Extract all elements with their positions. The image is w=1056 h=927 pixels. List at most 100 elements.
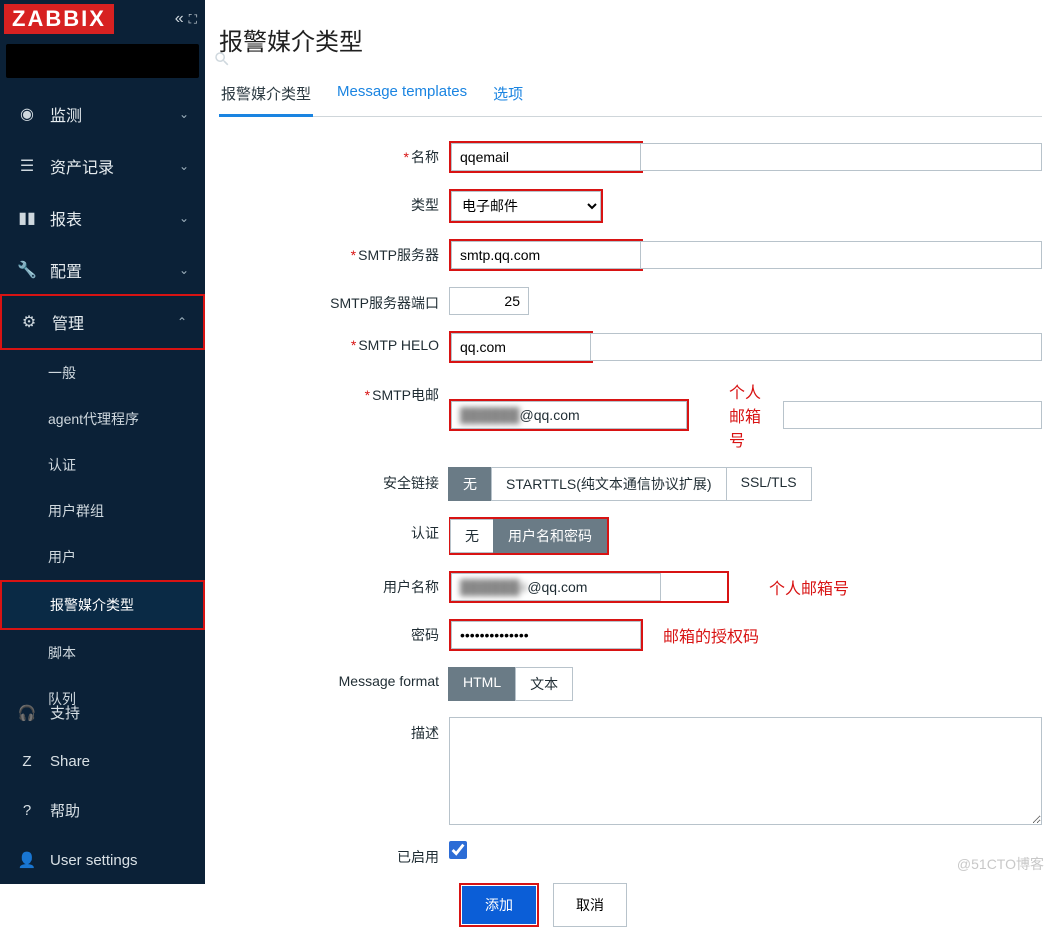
label-security: 安全链接: [219, 467, 449, 493]
nav-support-label: 支持: [50, 702, 80, 723]
subnav-mediatypes[interactable]: 报警媒介类型: [0, 580, 205, 630]
subnav-agent[interactable]: agent代理程序: [0, 396, 205, 442]
nav-reports-label: 报表: [50, 206, 82, 230]
security-none[interactable]: 无: [448, 467, 492, 501]
label-password: 密码: [219, 619, 449, 645]
msgformat-text[interactable]: 文本: [515, 667, 573, 701]
row-desc: 描述: [219, 717, 1042, 825]
label-name-text: 名称: [411, 149, 439, 165]
input-password[interactable]: [451, 621, 641, 649]
label-msgformat: Message format: [219, 667, 449, 689]
row-smtp-helo: *SMTP HELO: [219, 331, 1042, 363]
main-nav: ◉监测⌄ ☰资产记录⌄ ▮▮报表⌄ 🔧配置⌄ ⚙管理⌃: [0, 88, 205, 350]
fullscreen-icon[interactable]: ⛶: [189, 12, 197, 27]
nav-inventory[interactable]: ☰资产记录⌄: [0, 140, 205, 192]
collapse-icon[interactable]: «: [175, 10, 179, 28]
username-mask: ██████4: [460, 579, 527, 595]
row-security: 安全链接 无 STARTTLS(纯文本通信协议扩展) SSL/TLS: [219, 467, 1042, 501]
eye-icon: ◉: [16, 104, 38, 124]
security-starttls[interactable]: STARTTLS(纯文本通信协议扩展): [491, 467, 727, 501]
label-auth: 认证: [219, 517, 449, 543]
highlight-password: [449, 619, 643, 651]
annot-personal-email-1: 个人邮箱号: [729, 379, 763, 451]
user-icon: 👤: [16, 851, 38, 869]
select-type[interactable]: 电子邮件: [451, 191, 601, 221]
subnav-scripts[interactable]: 脚本: [0, 630, 205, 676]
search-box[interactable]: [6, 44, 199, 78]
highlight-smtp-email: ██████ @qq.com: [449, 399, 689, 431]
chevron-down-icon: ⌄: [179, 159, 189, 173]
tab-options[interactable]: 选项: [491, 75, 525, 116]
input-smtp-helo-ext[interactable]: [591, 333, 1042, 361]
textarea-desc[interactable]: [449, 717, 1042, 825]
nav-support[interactable]: 🎧 支持: [0, 687, 205, 738]
input-smtp-helo[interactable]: [451, 333, 591, 361]
tab-msg-templates[interactable]: Message templates: [335, 75, 469, 116]
nav-usersettings-label: User settings: [50, 852, 138, 869]
input-smtp-server[interactable]: [451, 241, 641, 269]
checkbox-enabled[interactable]: [449, 841, 467, 859]
highlight-add: 添加: [459, 883, 539, 927]
main-content: 报警媒介类型 报警媒介类型 Message templates 选项 *名称 类…: [205, 0, 1056, 884]
chevron-down-icon: ⌄: [179, 263, 189, 277]
label-username: 用户名称: [219, 571, 449, 597]
highlight-username: ██████4 @qq.com: [449, 571, 729, 603]
input-smtp-port[interactable]: [449, 287, 529, 315]
nav-help-label: 帮助: [50, 800, 80, 821]
label-smtp-server-text: SMTP服务器: [358, 247, 439, 263]
add-button[interactable]: 添加: [462, 886, 536, 924]
gear-icon: ⚙: [18, 312, 40, 332]
nav-reports[interactable]: ▮▮报表⌄: [0, 192, 205, 244]
nav-admin[interactable]: ⚙管理⌃: [0, 294, 205, 350]
nav-help[interactable]: ?帮助: [0, 785, 205, 836]
label-smtp-server: *SMTP服务器: [219, 239, 449, 265]
label-enabled: 已启用: [219, 841, 449, 867]
nav-admin-label: 管理: [52, 310, 84, 334]
share-icon: Z: [16, 753, 38, 770]
nav-usersettings[interactable]: 👤 User settings: [0, 836, 205, 884]
msgformat-html[interactable]: HTML: [448, 667, 516, 701]
headset-icon: 🎧: [16, 704, 38, 722]
auth-userpass[interactable]: 用户名和密码: [493, 519, 607, 553]
annot-authcode: 邮箱的授权码: [663, 623, 759, 647]
watermark: @51CTO博客: [957, 854, 1044, 874]
nav-config[interactable]: 🔧配置⌄: [0, 244, 205, 296]
chevron-down-icon: ⌄: [179, 107, 189, 121]
list-icon: ☰: [16, 156, 38, 176]
msgformat-group: HTML 文本: [449, 667, 573, 701]
subnav-users[interactable]: 用户: [0, 534, 205, 580]
highlight-smtp-helo: [449, 331, 593, 363]
row-smtp-server: *SMTP服务器: [219, 239, 1042, 271]
security-group: 无 STARTTLS(纯文本通信协议扩展) SSL/TLS: [449, 467, 812, 501]
zabbix-logo[interactable]: ZABBIX: [4, 4, 114, 34]
nav-config-label: 配置: [50, 258, 82, 282]
input-name-ext[interactable]: [641, 143, 1042, 171]
nav-monitor[interactable]: ◉监测⌄: [0, 88, 205, 140]
page-title: 报警媒介类型: [219, 22, 1042, 57]
sidebar: ZABBIX « ⛶ ◉监测⌄ ☰资产记录⌄ ▮▮报表⌄ 🔧配置⌄ ⚙管理⌃ 一…: [0, 0, 205, 884]
label-name: *名称: [219, 141, 449, 167]
label-smtp-email: *SMTP电邮: [219, 379, 449, 405]
subnav-general[interactable]: 一般: [0, 350, 205, 396]
highlight-smtp-server: [449, 239, 643, 271]
row-auth: 认证 无 用户名和密码: [219, 517, 1042, 555]
auth-none[interactable]: 无: [450, 519, 494, 553]
search-input[interactable]: [16, 48, 213, 74]
row-smtp-port: SMTP服务器端口: [219, 287, 1042, 315]
row-smtp-email: *SMTP电邮 ██████ @qq.com 个人邮箱号: [219, 379, 1042, 451]
barchart-icon: ▮▮: [16, 208, 38, 228]
security-ssl[interactable]: SSL/TLS: [726, 467, 812, 501]
row-msgformat: Message format HTML 文本: [219, 667, 1042, 701]
nav-share[interactable]: ZShare: [0, 738, 205, 785]
input-smtp-server-ext[interactable]: [641, 241, 1042, 269]
input-smtp-email-ext[interactable]: [783, 401, 1042, 429]
cancel-button[interactable]: 取消: [553, 883, 627, 927]
tab-mediatype[interactable]: 报警媒介类型: [219, 75, 313, 117]
input-name[interactable]: [451, 143, 641, 171]
subnav-usergroups[interactable]: 用户群组: [0, 488, 205, 534]
label-type: 类型: [219, 189, 449, 215]
label-smtp-helo-text: SMTP HELO: [358, 337, 439, 353]
subnav-auth[interactable]: 认证: [0, 442, 205, 488]
username-suffix: @qq.com: [527, 579, 587, 595]
label-desc: 描述: [219, 717, 449, 743]
